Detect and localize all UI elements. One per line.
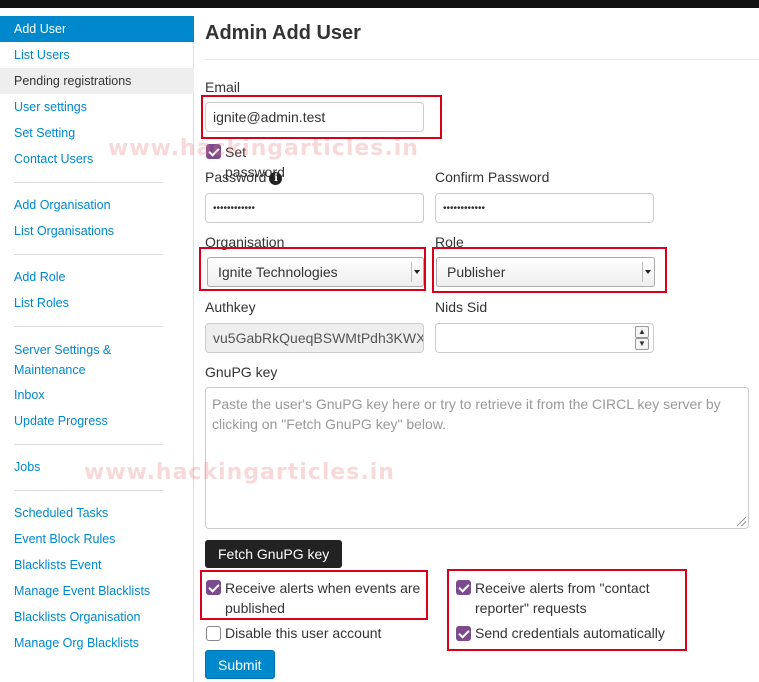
sidebar-divider bbox=[14, 182, 163, 183]
sidebar-item-manage-event-blacklists[interactable]: Manage Event Blacklists bbox=[0, 578, 194, 604]
number-spinner[interactable]: ▲ ▼ bbox=[635, 326, 649, 350]
sidebar-item-list-roles[interactable]: List Roles bbox=[0, 290, 194, 316]
sidebar-item-update-progress[interactable]: Update Progress bbox=[0, 408, 194, 434]
admin-sidebar: Add User List Users Pending registration… bbox=[0, 16, 194, 682]
sidebar-divider bbox=[14, 490, 163, 491]
watermark: www.hackingarticles.in bbox=[108, 136, 419, 161]
sidebar-item-add-user[interactable]: Add User bbox=[0, 16, 194, 42]
annotation-organisation bbox=[199, 247, 426, 291]
disable-account-checkbox[interactable] bbox=[206, 626, 221, 641]
sidebar-item-server-settings[interactable]: Server Settings & Maintenance bbox=[0, 336, 194, 380]
chevron-up-icon[interactable]: ▲ bbox=[635, 326, 649, 338]
email-label: Email bbox=[205, 79, 241, 95]
fetch-gnupg-key-button[interactable]: Fetch GnuPG key bbox=[205, 540, 343, 568]
sidebar-item-list-organisations[interactable]: List Organisations bbox=[0, 218, 194, 244]
chevron-down-icon[interactable]: ▼ bbox=[635, 338, 649, 350]
sidebar-divider bbox=[14, 444, 163, 445]
authkey-label: Authkey bbox=[205, 299, 256, 315]
gnupg-label: GnuPG key bbox=[205, 364, 278, 380]
sidebar-item-add-role[interactable]: Add Role bbox=[0, 264, 194, 290]
annotation-contact-reporter bbox=[447, 569, 687, 651]
nids-sid-input[interactable]: ▲ ▼ bbox=[435, 323, 654, 353]
watermark: www.hackingarticles.in bbox=[84, 460, 395, 485]
sidebar-item-user-settings[interactable]: User settings bbox=[0, 94, 194, 120]
sidebar-item-blacklists-event[interactable]: Blacklists Event bbox=[0, 552, 194, 578]
title-divider bbox=[205, 59, 759, 60]
resize-grip-icon[interactable] bbox=[737, 517, 746, 526]
gnupg-key-textarea[interactable]: Paste the user's GnuPG key here or try t… bbox=[205, 387, 749, 529]
annotation-email bbox=[201, 95, 442, 139]
sidebar-item-add-organisation[interactable]: Add Organisation bbox=[0, 192, 194, 218]
annotation-role bbox=[432, 247, 667, 293]
nids-sid-label: Nids Sid bbox=[435, 299, 488, 315]
password-field[interactable]: •••••••••••• bbox=[205, 193, 424, 223]
sidebar-item-scheduled-tasks[interactable]: Scheduled Tasks bbox=[0, 500, 194, 526]
top-bar bbox=[0, 0, 759, 8]
sidebar-item-inbox[interactable]: Inbox bbox=[0, 382, 194, 408]
sidebar-item-list-users[interactable]: List Users bbox=[0, 42, 194, 68]
password-label: Password i bbox=[205, 169, 283, 185]
confirm-password-field[interactable]: •••••••••••• bbox=[435, 193, 654, 223]
authkey-field: vu5GabRkQueqBSWMtPdh3KWX bbox=[205, 323, 424, 353]
sidebar-item-event-block-rules[interactable]: Event Block Rules bbox=[0, 526, 194, 552]
submit-button[interactable]: Submit bbox=[205, 650, 275, 679]
sidebar-item-pending-registrations[interactable]: Pending registrations bbox=[0, 68, 194, 94]
sidebar-item-blacklists-organisation[interactable]: Blacklists Organisation bbox=[0, 604, 194, 630]
sidebar-divider bbox=[14, 254, 163, 255]
disable-account-label: Disable this user account bbox=[225, 625, 382, 641]
sidebar-item-manage-org-blacklists[interactable]: Manage Org Blacklists bbox=[0, 630, 194, 656]
info-icon[interactable]: i bbox=[269, 172, 283, 185]
gnupg-placeholder: Paste the user's GnuPG key here or try t… bbox=[212, 396, 721, 432]
password-label-text: Password bbox=[205, 169, 267, 185]
page-title: Admin Add User bbox=[205, 22, 361, 44]
annotation-receive-alerts bbox=[200, 570, 428, 620]
confirm-password-label: Confirm Password bbox=[435, 169, 550, 185]
sidebar-divider bbox=[14, 326, 163, 327]
